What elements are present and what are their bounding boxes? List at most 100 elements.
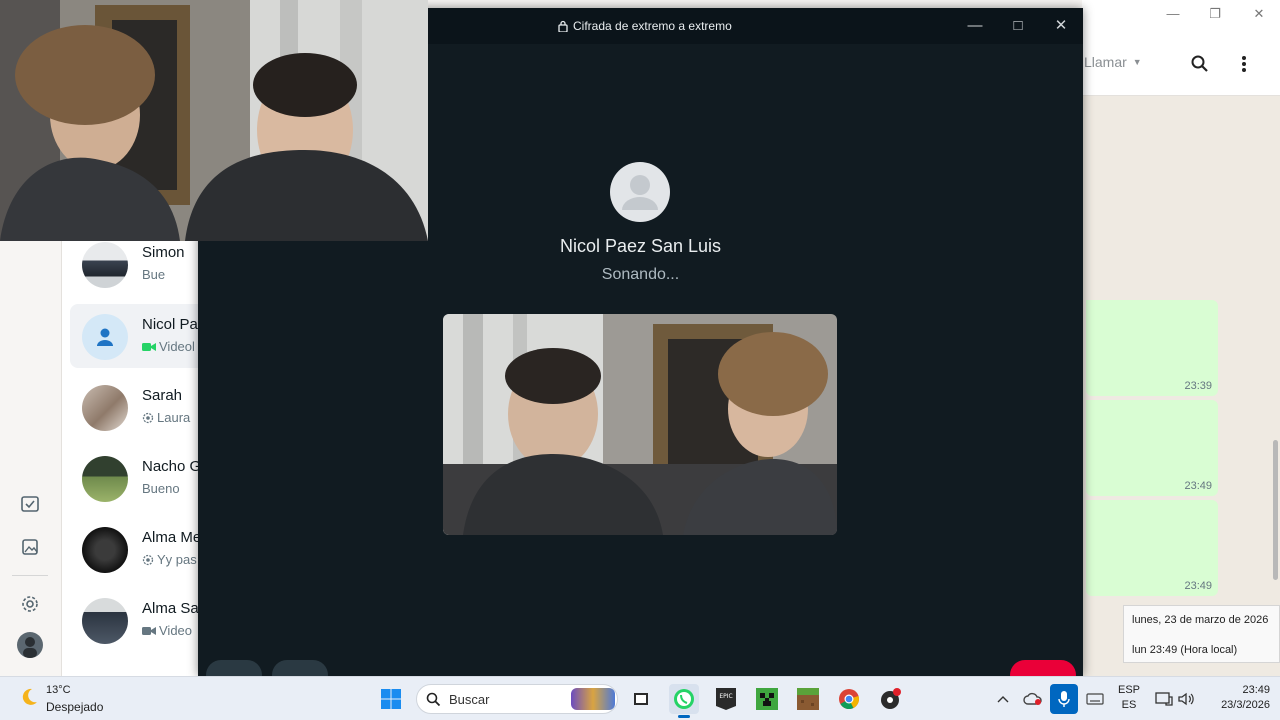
onedrive-cloud-icon[interactable] <box>1020 684 1046 714</box>
minimize-button[interactable]: — <box>1162 6 1184 26</box>
chat-header: Llamar ▼ <box>1082 34 1280 96</box>
minecraft-creeper-icon[interactable] <box>752 684 782 714</box>
clock-time[interactable]: 23:49 <box>1206 684 1270 696</box>
chat-snippet: Laura <box>142 410 190 425</box>
chat-item-nicol[interactable]: Nicol Pa Videol <box>70 304 205 368</box>
clock-date[interactable]: 23/3/2026 <box>1200 699 1270 711</box>
avatar <box>82 242 128 288</box>
chat-name: Alma Me <box>142 529 202 546</box>
taskbar-search[interactable]: Buscar <box>416 684 618 714</box>
search-placeholder: Buscar <box>449 692 490 707</box>
call-button-label: Llamar <box>1084 54 1127 70</box>
whatsapp-taskbar-icon[interactable] <box>669 684 699 718</box>
message-bubble: 23:49 <box>1086 400 1218 496</box>
message-time: 23:49 <box>1184 480 1212 492</box>
message-time: 23:39 <box>1184 380 1212 392</box>
language-indicator-top[interactable]: ESP <box>1116 684 1142 696</box>
weather-temp: 13°C <box>46 684 71 696</box>
epic-games-icon[interactable]: EPIC <box>711 684 741 714</box>
chat-name: Sarah <box>142 387 183 404</box>
chat-item-sarah[interactable]: Sarah Laura <box>70 375 205 439</box>
active-indicator <box>678 715 690 718</box>
avatar <box>82 385 128 431</box>
profile-avatar[interactable] <box>17 632 43 658</box>
chrome-icon[interactable] <box>834 684 864 714</box>
tooltip-time: lun 23:49 (Hora local) <box>1132 644 1238 656</box>
lock-icon <box>558 20 568 32</box>
call-controls-bar <box>198 660 1083 690</box>
chat-snippet: Video <box>142 623 192 638</box>
close-button[interactable]: ✕ <box>1047 14 1075 38</box>
chat-item-simon[interactable]: Simon Bue <box>70 232 205 296</box>
maximize-button[interactable]: □ <box>1004 14 1032 38</box>
snippet-text: Videol <box>159 339 195 354</box>
snippet-text: Video <box>159 623 193 638</box>
avatar <box>82 527 128 573</box>
chat-snippet: Videol <box>142 339 195 354</box>
chat-snippet: Yy pas <box>142 552 197 567</box>
chat-snippet: Bue <box>142 267 165 282</box>
snippet-text: Laura <box>157 410 191 425</box>
status-icon[interactable] <box>17 492 43 518</box>
network-icon[interactable] <box>1152 684 1176 714</box>
chat-name: Nicol Pa <box>142 316 198 333</box>
taskbar: 13°C Despejado Buscar EPIC ESP ES 23:49 … <box>0 676 1280 720</box>
keyboard-icon[interactable] <box>1082 684 1108 714</box>
minecraft-grass-block-icon[interactable] <box>793 684 823 714</box>
media-gallery-icon[interactable] <box>17 534 43 560</box>
moon-icon <box>18 686 40 713</box>
camera-overlay[interactable] <box>0 0 428 241</box>
volume-speaker-icon[interactable] <box>1174 684 1198 714</box>
avatar <box>82 456 128 502</box>
chevron-down-icon: ▼ <box>1132 57 1142 67</box>
close-button[interactable]: ✕ <box>1248 6 1270 26</box>
chat-name: Simon <box>142 244 185 261</box>
snippet-text: Bue <box>142 267 166 282</box>
start-windows-icon[interactable] <box>376 684 406 714</box>
encryption-label: Cifrada de extremo a extremo <box>573 19 732 33</box>
chat-item-alma-me[interactable]: Alma Me Yy pas <box>70 517 205 581</box>
restore-button[interactable]: ❐ <box>1204 6 1226 26</box>
avatar <box>82 598 128 644</box>
message-bubble: 23:49 <box>1086 500 1218 596</box>
call-button[interactable]: Llamar ▼ <box>1084 54 1142 70</box>
tooltip-date: lunes, 23 de marzo de 2026 <box>1132 614 1269 626</box>
tray-overflow-chevron-icon[interactable] <box>992 684 1014 714</box>
snippet-text: Yy pas <box>157 552 197 567</box>
search-icon <box>426 692 441 712</box>
weather-desc: Despejado <box>46 700 104 714</box>
search-icon[interactable] <box>1190 54 1210 79</box>
svg-text:EPIC: EPIC <box>719 693 732 700</box>
chat-item-alma-sa[interactable]: Alma Sa Video <box>70 588 205 652</box>
app-notification-icon[interactable] <box>876 684 906 714</box>
chat-name: Nacho G <box>142 458 202 475</box>
task-view-icon[interactable] <box>626 684 656 714</box>
callee-avatar <box>610 162 670 222</box>
default-contact-icon <box>82 314 128 360</box>
weather-widget[interactable]: 13°C Despejado <box>18 682 128 716</box>
message-bubble: 23:39 <box>1086 300 1218 396</box>
window-titlebar: — ❐ ✕ <box>1082 0 1280 34</box>
encryption-notice: Cifrada de extremo a extremo <box>558 19 732 33</box>
chat-name: Alma Sa <box>142 600 199 617</box>
more-options-icon[interactable] <box>1240 54 1248 79</box>
date-tooltip: lunes, 23 de marzo de 2026 lun 23:49 (Ho… <box>1123 605 1280 663</box>
snippet-text: Bueno <box>142 481 180 496</box>
status-icon <box>142 554 154 565</box>
search-highlight-image <box>571 688 615 710</box>
scrollbar[interactable] <box>1273 440 1278 580</box>
rail-divider <box>12 575 48 576</box>
self-video-preview <box>443 314 837 535</box>
call-status: Sonando... <box>601 266 680 283</box>
chat-item-nacho[interactable]: Nacho G Bueno <box>70 446 205 510</box>
microphone-in-use-icon[interactable] <box>1050 684 1078 714</box>
chat-snippet: Bueno <box>142 481 180 496</box>
status-icon <box>142 412 154 423</box>
conversation-pane: — ❐ ✕ Llamar ▼ 23:39 23:49 23:49 <box>1082 0 1280 676</box>
minimize-button[interactable]: — <box>961 14 989 38</box>
language-indicator-bottom[interactable]: ES <box>1116 699 1142 711</box>
video-icon <box>142 342 156 351</box>
settings-gear-icon[interactable] <box>17 591 43 617</box>
message-time: 23:49 <box>1184 580 1212 592</box>
video-icon <box>142 626 156 635</box>
